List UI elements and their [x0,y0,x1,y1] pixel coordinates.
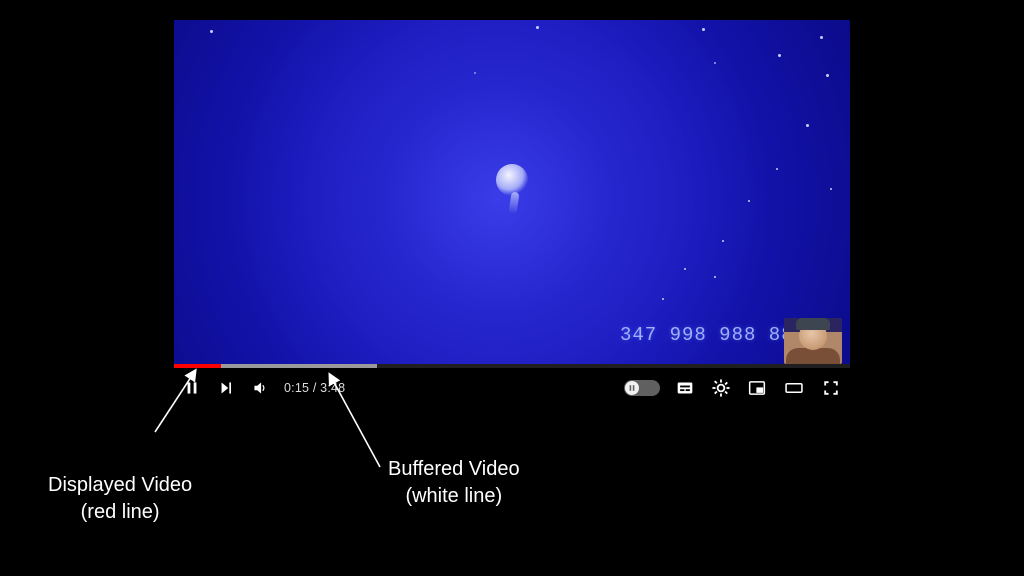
annotation-displayed: Displayed Video (red line) [48,472,192,526]
particle [714,276,716,278]
particle [662,298,664,300]
particle [806,124,809,127]
pause-mini-icon [628,384,636,392]
annotation-buffered: Buffered Video (white line) [388,456,520,510]
particle [830,188,832,190]
particle [536,26,539,29]
miniplayer-icon [746,377,768,399]
duration: 3:48 [320,381,345,395]
particle [684,268,686,270]
current-time: 0:15 [284,381,309,395]
subject-creature [496,164,536,218]
fullscreen-icon [820,377,842,399]
particle [748,200,750,202]
autoplay-track [624,380,660,396]
volume-button[interactable] [250,378,270,398]
video-viewport[interactable]: 347 998 988 888 [174,20,850,364]
endscreen-channel-avatar[interactable] [784,318,842,364]
pause-icon [182,378,202,398]
volume-icon [250,378,270,398]
subtitles-icon [674,377,696,399]
control-bar: 0:15 / 3:48 [174,368,850,408]
miniplayer-button[interactable] [746,377,768,399]
theater-icon [782,377,806,399]
particle [714,62,716,64]
time-display: 0:15 / 3:48 [284,381,345,395]
autoplay-knob [625,381,639,395]
played-range [174,364,221,368]
autoplay-toggle[interactable] [624,380,660,396]
subtitles-button[interactable] [674,377,696,399]
progress-bar[interactable] [174,364,850,368]
particle [826,74,829,77]
particle [820,36,823,39]
particle [474,72,476,74]
time-sep: / [309,381,320,395]
annotation-displayed-line1: Displayed Video [48,472,192,499]
particle [210,30,213,33]
particle [722,240,724,242]
video-overlay-number: 347 998 988 888 [620,324,806,346]
annotation-displayed-line2: (red line) [48,499,192,526]
pause-button[interactable] [182,378,202,398]
video-player: 347 998 988 888 [174,20,850,408]
particle [702,28,705,31]
settings-button[interactable] [710,377,732,399]
fullscreen-button[interactable] [820,377,842,399]
annotation-buffered-line1: Buffered Video [388,456,520,483]
next-icon [216,378,236,398]
theater-button[interactable] [782,377,806,399]
particle [776,168,778,170]
annotation-buffered-line2: (white line) [388,483,520,510]
gear-icon [710,377,732,399]
next-button[interactable] [216,378,236,398]
particle [778,54,781,57]
